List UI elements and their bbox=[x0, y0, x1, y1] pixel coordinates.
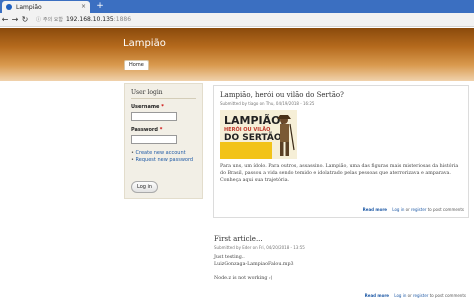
poster-text-2: HERÓI OU VILÃO bbox=[224, 126, 270, 133]
article-image[interactable]: LAMPIÃO, HERÓI OU VILÃO DO SERTÃO bbox=[220, 110, 297, 159]
article-links-2: Read more Log in or register to post com… bbox=[365, 293, 466, 301]
or-text: or bbox=[404, 207, 411, 212]
post-comments-text-2: to post comments bbox=[428, 293, 466, 298]
tab-close-icon[interactable]: × bbox=[81, 3, 86, 10]
security-label[interactable]: 주의 요함 bbox=[43, 16, 63, 23]
forward-button[interactable]: → bbox=[10, 15, 20, 24]
article-title-2[interactable]: First article... bbox=[214, 235, 470, 243]
user-login-block: User login Username * Password * Create … bbox=[124, 83, 203, 199]
site-header: Lampião bbox=[0, 28, 474, 81]
lampiao-poster-image: LAMPIÃO, HERÓI OU VILÃO DO SERTÃO bbox=[220, 110, 297, 159]
register-link[interactable]: register bbox=[411, 207, 426, 212]
username-field[interactable] bbox=[131, 112, 177, 121]
login-button[interactable]: Log in bbox=[131, 181, 159, 193]
or-text-2: or bbox=[406, 293, 413, 298]
post-comments-text: to post comments bbox=[426, 207, 464, 212]
request-password-link[interactable]: Request new password bbox=[131, 157, 196, 163]
article-links: Read more Log in or register to post com… bbox=[363, 207, 464, 212]
nav-home-tab[interactable]: Home bbox=[124, 60, 149, 70]
login-block-title: User login bbox=[131, 89, 196, 99]
browser-toolbar: ← → ↻ ⓘ 주의 요함 192.168.10.135:1886 bbox=[0, 13, 474, 27]
site-name[interactable]: Lampião bbox=[123, 38, 166, 49]
url-port: :1886 bbox=[113, 16, 132, 23]
article-line-3: Node.z is not working :( bbox=[214, 276, 273, 281]
favicon-icon bbox=[6, 4, 12, 10]
read-more-link-2[interactable]: Read more bbox=[365, 293, 389, 298]
article-body: Para uns, um ídolo. Para outros, assassi… bbox=[220, 164, 459, 183]
info-icon[interactable]: ⓘ bbox=[36, 16, 41, 23]
register-link-2[interactable]: register bbox=[413, 293, 428, 298]
article-meta-2: Submitted by Eder on Fri, 04/20/2018 - 1… bbox=[214, 245, 305, 250]
browser-tab[interactable]: Lampião × bbox=[2, 1, 90, 13]
password-field[interactable] bbox=[131, 135, 177, 144]
poster-text-3: DO SERTÃO bbox=[224, 132, 282, 143]
article-line-1: Just testing.. bbox=[214, 255, 245, 260]
login-link-2[interactable]: Log in bbox=[394, 293, 406, 298]
login-links: Create new account Request new password bbox=[131, 150, 196, 163]
tab-title: Lampião bbox=[16, 3, 42, 11]
reload-button[interactable]: ↻ bbox=[20, 15, 30, 24]
browser-tab-bar: Lampião × + bbox=[0, 0, 474, 13]
address-bar[interactable]: 192.168.10.135:1886 bbox=[66, 16, 131, 23]
url-host: 192.168.10.135 bbox=[66, 16, 114, 23]
new-tab-button[interactable]: + bbox=[94, 1, 106, 12]
article-line-2[interactable]: LuizGonzaga-LampiaoFalou.mp3 bbox=[214, 261, 470, 268]
create-account-link[interactable]: Create new account bbox=[131, 150, 196, 156]
article-title[interactable]: Lampião, herói ou vilão do Sertão? bbox=[220, 91, 462, 99]
username-label: Username * bbox=[131, 104, 164, 110]
back-button[interactable]: ← bbox=[0, 15, 10, 24]
article-meta: Submitted by tiago on Thu, 04/19/2018 - … bbox=[220, 101, 315, 106]
password-label: Password * bbox=[131, 127, 163, 133]
article-teaser: Lampião, herói ou vilão do Sertão? Submi… bbox=[213, 85, 469, 218]
read-more-link[interactable]: Read more bbox=[363, 207, 387, 212]
poster-text-1: LAMPIÃO, bbox=[224, 114, 284, 127]
login-link[interactable]: Log in bbox=[392, 207, 404, 212]
